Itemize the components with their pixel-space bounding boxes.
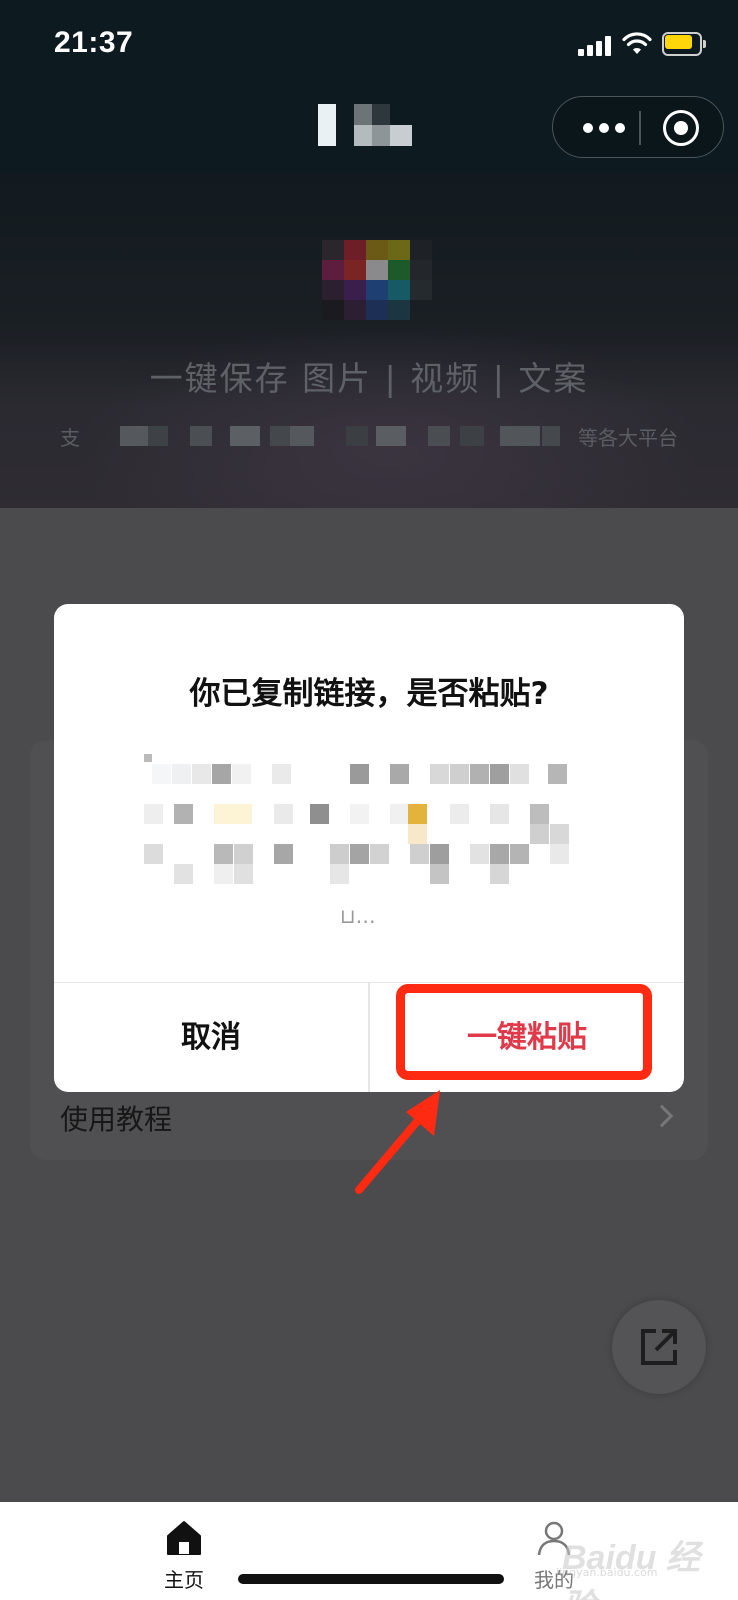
page-title-redacted — [318, 104, 428, 146]
cellular-signal-icon — [578, 36, 612, 56]
tutorial-label: 使用教程 — [60, 1103, 173, 1136]
hero-subtitle-redacted — [90, 426, 560, 446]
baidu-watermark: Baidu 经验 jingyan.baidu.com — [552, 1530, 732, 1600]
dialog-link-preview-redacted: ⊔… — [144, 754, 594, 934]
cancel-button[interactable]: 取消 — [54, 983, 368, 1092]
more-dots-icon[interactable] — [577, 117, 633, 139]
annotation-highlight-box — [396, 984, 652, 1080]
external-link-icon — [641, 1329, 677, 1365]
home-icon — [167, 1521, 201, 1555]
app-logo-redacted — [322, 240, 432, 322]
hero-subtitle-tail: 等各大平台 — [578, 426, 678, 450]
hero-subtitle-lead: 支 — [60, 426, 80, 450]
hero-banner: 一键保存 图片 | 视频 | 文案 支 等各大平台 — [0, 174, 738, 508]
dialog-title: 你已复制链接，是否粘贴? — [189, 676, 549, 712]
nav-bar — [0, 90, 738, 174]
target-circle-icon[interactable] — [663, 110, 699, 146]
capsule-divider — [639, 111, 641, 145]
chevron-right-icon — [650, 1104, 674, 1128]
dialog-link-tail: ⊔… — [340, 904, 376, 928]
tab-home[interactable]: 主页 — [104, 1502, 264, 1600]
status-bar: 21:37 — [0, 0, 738, 90]
home-indicator — [238, 1574, 504, 1584]
share-button[interactable] — [612, 1300, 706, 1394]
tutorial-row[interactable]: 使用教程 — [60, 1090, 680, 1150]
hero-headline: 一键保存 图片 | 视频 | 文案 — [149, 359, 589, 398]
watermark-text: Baidu 经验 — [562, 1539, 700, 1600]
status-time: 21:37 — [54, 26, 134, 59]
watermark-sub: jingyan.baidu.com — [556, 1566, 658, 1579]
hero-subtitle: 支 等各大平台 — [60, 422, 678, 452]
wifi-icon — [622, 32, 652, 54]
battery-fill — [665, 35, 692, 49]
mini-program-capsule — [552, 96, 724, 158]
battery-icon — [662, 32, 706, 56]
